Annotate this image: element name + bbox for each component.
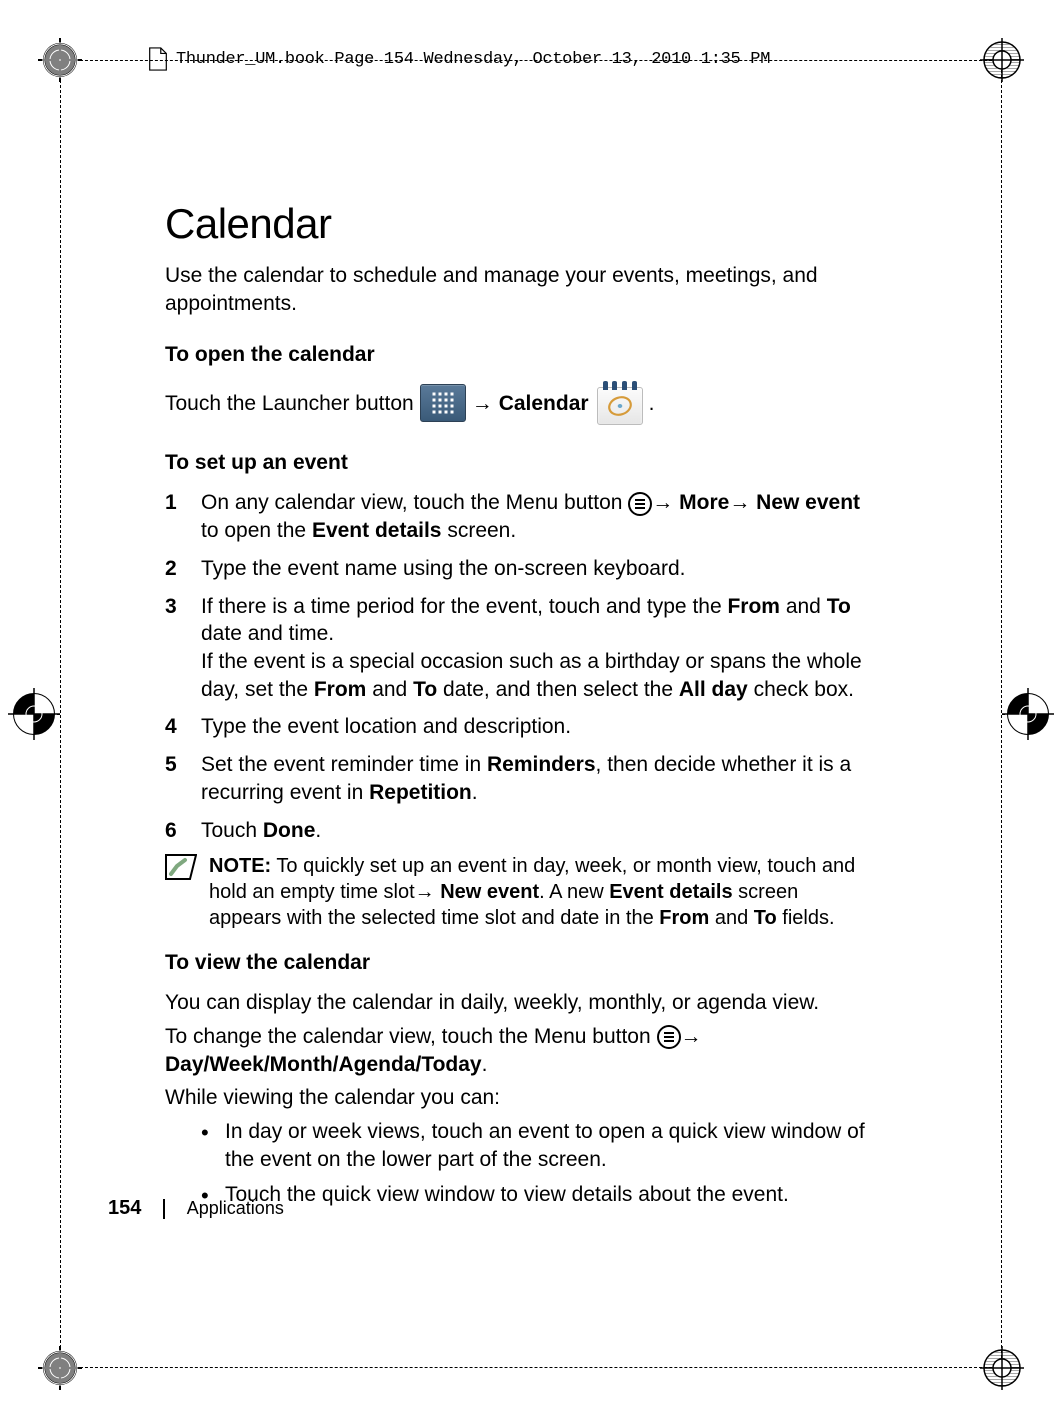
page-footer: 154 Applications [108, 1197, 284, 1220]
view-p1: You can display the calendar in daily, w… [165, 989, 875, 1017]
registration-mark-icon [8, 688, 60, 740]
step-6: Touch Done. [165, 817, 875, 845]
step-1: On any calendar view, touch the Menu but… [165, 489, 875, 544]
note-icon [165, 854, 197, 880]
subhead-setup: To set up an event [165, 451, 875, 475]
section-name: Applications [187, 1198, 284, 1219]
footer-divider [163, 1199, 164, 1219]
subhead-view: To view the calendar [165, 951, 875, 975]
step-4: Type the event location and description. [165, 713, 875, 741]
calendar-app-icon [597, 381, 643, 425]
guide-line-left [60, 60, 61, 1368]
running-head: Thunder_UM.book Page 154 Wednesday, Octo… [148, 47, 770, 71]
step-5: Set the event reminder time in Reminders… [165, 751, 875, 806]
bullet-1: In day or week views, touch an event to … [201, 1118, 875, 1173]
registration-mark-icon [38, 1346, 82, 1390]
running-head-text: Thunder_UM.book Page 154 Wednesday, Octo… [176, 50, 770, 69]
view-bullets: In day or week views, touch an event to … [165, 1118, 875, 1209]
note-text: NOTE: To quickly set up an event in day,… [209, 854, 875, 931]
guide-line-bottom [60, 1367, 1002, 1368]
open-suffix: . [649, 390, 655, 418]
step-3: If there is a time period for the event,… [165, 593, 875, 704]
page-title: Calendar [165, 200, 875, 248]
view-p2: To change the calendar view, touch the M… [165, 1023, 875, 1078]
menu-button-icon [628, 492, 652, 516]
registration-mark-icon [38, 38, 82, 82]
subhead-open: To open the calendar [165, 343, 875, 367]
launcher-button-icon [420, 384, 466, 422]
menu-button-icon [657, 1025, 681, 1049]
registration-mark-icon [1002, 688, 1054, 740]
bullet-2: Touch the quick view window to view deta… [201, 1181, 875, 1209]
step-2: Type the event name using the on-screen … [165, 555, 875, 583]
page-icon [148, 47, 168, 71]
registration-mark-icon [980, 38, 1024, 82]
steps-list: On any calendar view, touch the Menu but… [165, 489, 875, 844]
intro-text: Use the calendar to schedule and manage … [165, 262, 875, 317]
open-instruction: Touch the Launcher button → Calendar . [165, 381, 875, 425]
note-block: NOTE: To quickly set up an event in day,… [165, 854, 875, 931]
calendar-label: Calendar [499, 390, 589, 418]
arrow-icon: → [472, 390, 493, 418]
page-number: 154 [108, 1197, 141, 1220]
view-p3: While viewing the calendar you can: [165, 1084, 875, 1112]
open-prefix: Touch the Launcher button [165, 390, 414, 418]
registration-mark-icon [980, 1346, 1024, 1390]
